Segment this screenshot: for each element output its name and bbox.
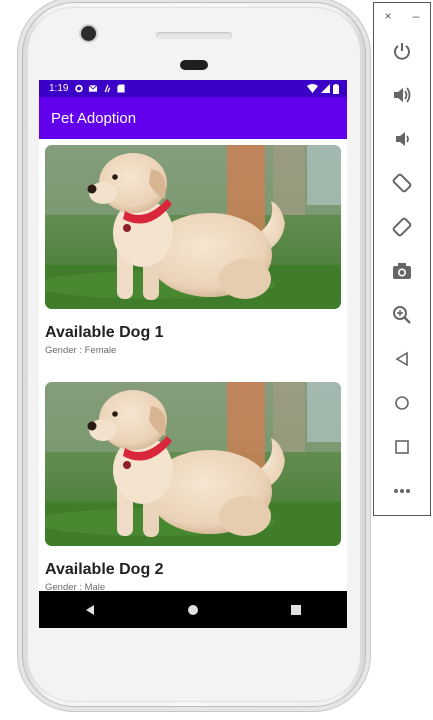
rotate-left-icon xyxy=(392,173,412,193)
sd-card-icon xyxy=(117,84,126,93)
zoom-icon xyxy=(393,306,411,324)
front-camera xyxy=(81,26,96,41)
app-bar: Pet Adoption xyxy=(39,97,347,139)
volume-down-button[interactable] xyxy=(374,117,430,161)
overview-button[interactable] xyxy=(374,425,430,469)
emulator-toolbar: × – xyxy=(373,2,431,516)
gear-icon xyxy=(75,84,84,93)
rotate-right-icon xyxy=(392,217,412,237)
pet-gender: Gender : Female xyxy=(45,345,117,356)
speaker-slot xyxy=(180,60,208,70)
dog-photo xyxy=(45,145,341,309)
minimize-icon[interactable]: – xyxy=(413,9,420,23)
status-bar: 1:19 xyxy=(39,80,347,97)
pet-list[interactable]: Available Dog 1 Gender : Female Availabl… xyxy=(39,139,347,628)
mail-icon xyxy=(89,85,98,92)
power-icon xyxy=(394,43,410,60)
window-controls: × – xyxy=(374,3,430,29)
earpiece xyxy=(156,32,232,39)
home-icon[interactable] xyxy=(187,604,199,616)
rotate-left-button[interactable] xyxy=(374,161,430,205)
wifi-icon xyxy=(307,84,318,93)
app-title: Pet Adoption xyxy=(51,109,137,127)
pet-name: Available Dog 2 xyxy=(45,561,164,578)
rotate-right-button[interactable] xyxy=(374,205,430,249)
pet-card[interactable]: Available Dog 1 Gender : Female xyxy=(45,145,341,356)
volume-up-icon xyxy=(394,87,411,103)
status-time: 1:19 xyxy=(49,83,69,94)
signal-icon xyxy=(321,84,330,93)
recents-icon[interactable] xyxy=(290,604,302,616)
camera-icon xyxy=(393,263,411,279)
pet-name: Available Dog 1 xyxy=(45,324,164,341)
zoom-button[interactable] xyxy=(374,293,430,337)
volume-up-button[interactable] xyxy=(374,73,430,117)
back-icon[interactable] xyxy=(84,604,96,616)
device-screen: 1:19 Pet Adoption Available Dog 1 Gender… xyxy=(39,80,347,628)
back-button[interactable] xyxy=(374,337,430,381)
nfc-icon xyxy=(105,84,111,93)
more-icon xyxy=(394,489,410,493)
dog-photo xyxy=(45,382,341,546)
pet-card[interactable]: Available Dog 2 Gender : Male xyxy=(45,382,341,593)
battery-icon xyxy=(333,83,339,94)
screenshot-button[interactable] xyxy=(374,249,430,293)
system-nav-bar xyxy=(39,591,347,628)
close-icon[interactable]: × xyxy=(385,9,392,23)
more-button[interactable] xyxy=(374,469,430,513)
home-button[interactable] xyxy=(374,381,430,425)
power-button[interactable] xyxy=(374,29,430,73)
volume-down-icon xyxy=(396,132,409,146)
home-icon xyxy=(395,396,409,410)
back-icon xyxy=(395,351,408,367)
overview-icon xyxy=(395,440,409,454)
